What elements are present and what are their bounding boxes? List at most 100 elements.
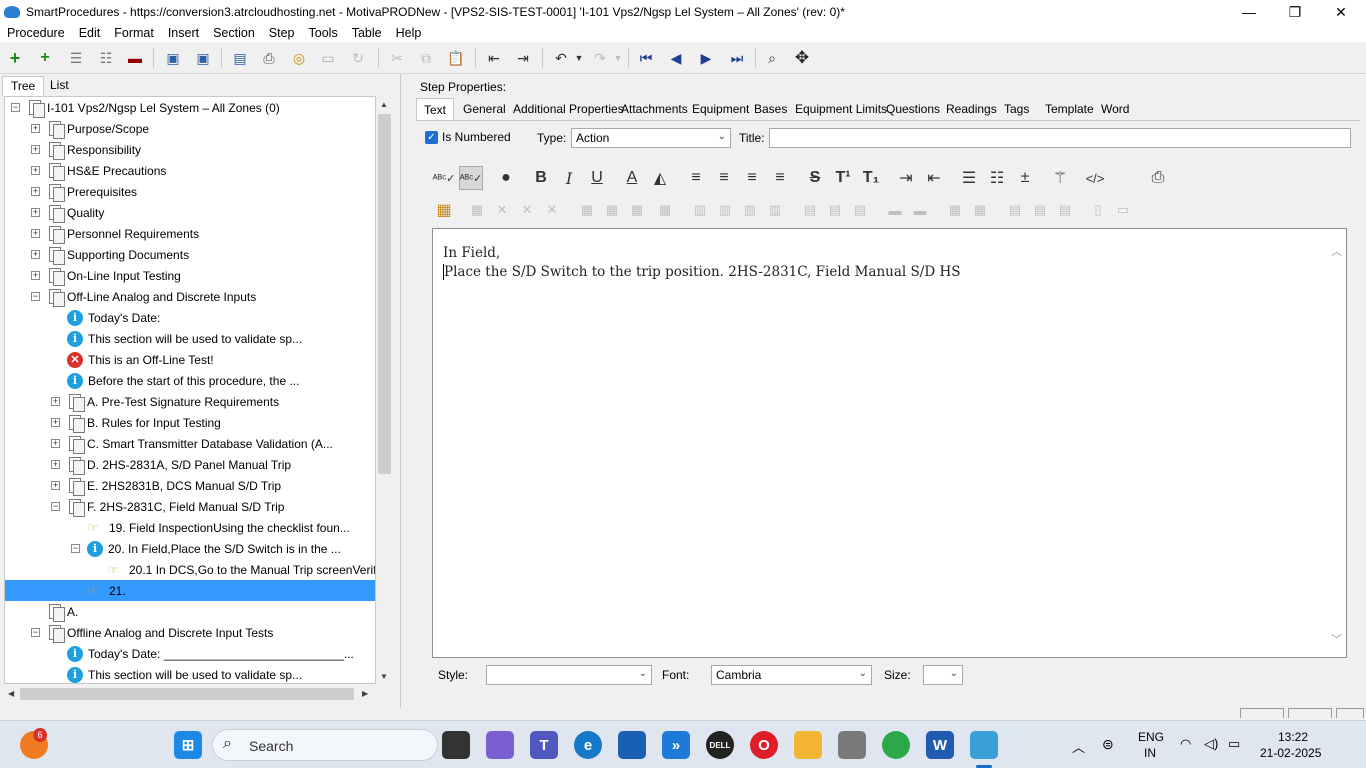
insert-table-icon[interactable]: ▦ bbox=[432, 198, 456, 222]
fill-color-icon[interactable]: ◭ bbox=[648, 166, 672, 190]
copy-icon[interactable]: ⧉ bbox=[416, 48, 436, 68]
tab-questions[interactable]: Questions bbox=[879, 98, 947, 120]
scroll-up-icon[interactable]: ▲ bbox=[380, 100, 388, 109]
pane-splitter[interactable] bbox=[400, 74, 406, 708]
tree-item[interactable]: Quality bbox=[47, 202, 104, 223]
menu-insert[interactable]: Insert bbox=[161, 26, 206, 40]
tree-item[interactable]: i This section will be used to validate s… bbox=[67, 328, 302, 349]
add-icon[interactable]: + bbox=[5, 48, 25, 68]
refresh-icon[interactable]: ↻ bbox=[348, 48, 368, 68]
tree-hscroll-thumb[interactable] bbox=[20, 688, 354, 700]
spellcheck-auto-icon[interactable]: ᴬᴮᶜ✓ bbox=[459, 166, 483, 190]
tree-item[interactable]: i Today's Date: _________________________… bbox=[67, 643, 354, 664]
tree-item[interactable]: ☞ 19. Field InspectionUsing the checklist… bbox=[87, 517, 350, 538]
save-icon[interactable]: ▣ bbox=[193, 48, 213, 68]
tree-item[interactable]: Off-Line Analog and Discrete Inputs bbox=[47, 286, 256, 307]
file-explorer-icon[interactable] bbox=[794, 731, 822, 759]
step-text-editor[interactable]: In Field, Place the S/D Switch to the tr… bbox=[432, 228, 1347, 658]
collapse-icon[interactable]: − bbox=[31, 628, 40, 637]
tree-item[interactable]: i 20. In Field,Place the S/D Switch is in… bbox=[87, 538, 341, 559]
numbered-list-icon[interactable]: ☷ bbox=[985, 166, 1009, 190]
tree-item[interactable]: A. Pre-Test Signature Requirements bbox=[67, 391, 279, 412]
next-step-icon[interactable]: ▶ bbox=[696, 48, 716, 68]
tree-item[interactable]: ☞ 21. bbox=[87, 580, 126, 601]
tree-item[interactable]: i Before the start of this procedure, the… bbox=[67, 370, 299, 391]
export-icon[interactable]: ▤ bbox=[230, 48, 250, 68]
move-icon[interactable]: ✥ bbox=[792, 48, 812, 68]
tree-item[interactable]: E. 2HS2831B, DCS Manual S/D Trip bbox=[67, 475, 281, 496]
undo-icon[interactable]: ↶ bbox=[551, 48, 571, 68]
tree-item[interactable]: F. 2HS-2831C, Field Manual S/D Trip bbox=[67, 496, 284, 517]
scroll-left-icon[interactable]: ◀ bbox=[8, 689, 14, 698]
superscript-icon[interactable]: T¹ bbox=[831, 166, 855, 190]
close-button[interactable]: ✕ bbox=[1318, 0, 1364, 24]
chrome-icon[interactable] bbox=[882, 731, 910, 759]
collapse-icon[interactable]: − bbox=[11, 103, 20, 112]
tree-item[interactable]: Supporting Documents bbox=[47, 244, 189, 265]
expand-icon[interactable]: + bbox=[51, 460, 60, 469]
tree-item[interactable]: ☞ 20.1 In DCS,Go to the Manual Trip scree… bbox=[107, 559, 375, 580]
expand-icon[interactable]: + bbox=[31, 124, 40, 133]
tree-item[interactable]: C. Smart Transmitter Database Validation… bbox=[67, 433, 333, 454]
tree-item[interactable]: Personnel Requirements bbox=[47, 223, 199, 244]
link-icon[interactable]: ◎ bbox=[289, 48, 309, 68]
bullet-list-icon[interactable]: ☰ bbox=[957, 166, 981, 190]
tree-item[interactable]: B. Rules for Input Testing bbox=[67, 412, 221, 433]
align-left-icon[interactable]: ≡ bbox=[684, 166, 708, 190]
font-select[interactable]: Cambria ⌄ bbox=[711, 665, 872, 685]
menu-section[interactable]: Section bbox=[206, 26, 262, 40]
collapse-icon[interactable]: − bbox=[71, 544, 80, 553]
increase-indent-icon[interactable]: ⇥ bbox=[894, 166, 918, 190]
outdent-icon[interactable]: ⇤ bbox=[484, 48, 504, 68]
tree-item[interactable]: Prerequisites bbox=[47, 181, 137, 202]
tab-general[interactable]: General bbox=[456, 98, 513, 120]
editor-scroll-up-icon[interactable]: ︿ bbox=[1331, 243, 1342, 259]
remove-icon[interactable]: ▬ bbox=[125, 48, 145, 68]
chevron-up-icon[interactable]: ︿ bbox=[1072, 737, 1085, 756]
expand-icon[interactable]: + bbox=[31, 250, 40, 259]
battery-icon[interactable]: ▭ bbox=[1228, 736, 1240, 752]
expand-icon[interactable]: + bbox=[31, 187, 40, 196]
spellcheck-icon[interactable]: ᴬᴮᶜ✓ bbox=[432, 166, 456, 190]
tab-tags[interactable]: Tags bbox=[997, 98, 1036, 120]
style-select[interactable]: ⌄ bbox=[486, 665, 652, 685]
find-icon[interactable]: ⌕ bbox=[762, 48, 782, 68]
printer-icon[interactable]: ⎙ bbox=[1146, 166, 1170, 190]
html-source-icon[interactable]: </> bbox=[1083, 166, 1107, 190]
magic-wand-icon[interactable]: ⚚ bbox=[1048, 166, 1072, 190]
record-icon[interactable]: ● bbox=[494, 166, 518, 190]
bold-icon[interactable]: B bbox=[529, 166, 553, 190]
expand-icon[interactable]: + bbox=[31, 166, 40, 175]
font-color-icon[interactable]: A bbox=[620, 166, 644, 190]
menu-table[interactable]: Table bbox=[345, 26, 389, 40]
tree-item[interactable]: ✕ This is an Off-Line Test! bbox=[67, 349, 214, 370]
window-icon[interactable]: ▭ bbox=[318, 48, 338, 68]
tab-additional-properties[interactable]: Additional Properties bbox=[506, 98, 631, 120]
expand-icon[interactable]: + bbox=[31, 208, 40, 217]
tab-text[interactable]: Text bbox=[416, 98, 455, 120]
redo-icon[interactable]: ↷ bbox=[590, 48, 610, 68]
start-icon[interactable]: ⊞ bbox=[174, 731, 202, 759]
horizontal-rule-icon[interactable]: ± bbox=[1013, 166, 1037, 190]
menu-procedure[interactable]: Procedure bbox=[0, 26, 72, 40]
clock-time[interactable]: 13:22 bbox=[1278, 730, 1308, 744]
expand-icon[interactable]: + bbox=[31, 271, 40, 280]
tab-tree[interactable]: Tree bbox=[2, 76, 45, 96]
menu-step[interactable]: Step bbox=[262, 26, 302, 40]
tree-item[interactable]: Responsibility bbox=[47, 139, 141, 160]
tree-item[interactable]: i Today's Date: bbox=[67, 307, 160, 328]
opera-icon[interactable]: O bbox=[750, 731, 778, 759]
title-input[interactable] bbox=[769, 128, 1351, 148]
first-step-icon[interactable]: ⏮ bbox=[636, 48, 656, 68]
tree-item[interactable]: HS&E Precautions bbox=[47, 160, 166, 181]
taskbar-search-box[interactable]: ⌕ Search bbox=[212, 729, 438, 761]
undo-dropdown-icon[interactable]: ▼ bbox=[569, 48, 589, 68]
tree-item[interactable]: A. bbox=[47, 601, 78, 622]
tree-item[interactable]: I-101 Vps2/Ngsp Lel System – All Zones (… bbox=[27, 97, 280, 118]
tab-attachments[interactable]: Attachments bbox=[614, 98, 695, 120]
network-status-icon[interactable]: ⊜ bbox=[1102, 736, 1114, 753]
tab-equipment[interactable]: Equipment bbox=[685, 98, 756, 120]
align-center-icon[interactable]: ≡ bbox=[712, 166, 736, 190]
tree-item[interactable]: Purpose/Scope bbox=[47, 118, 149, 139]
italic-icon[interactable]: I bbox=[557, 166, 581, 190]
